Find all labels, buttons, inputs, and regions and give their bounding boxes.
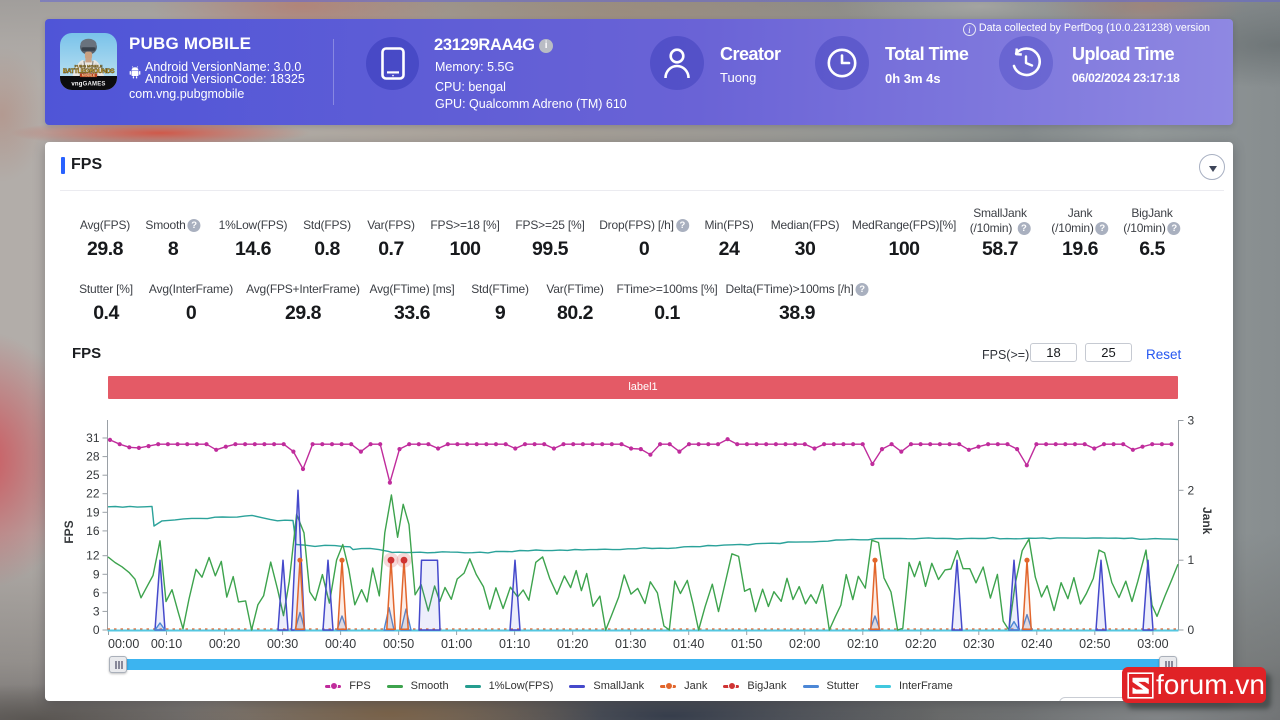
svg-text:00:30: 00:30	[267, 637, 298, 651]
svg-text:1: 1	[1188, 553, 1195, 567]
svg-text:vngGAMES: vngGAMES	[71, 82, 105, 88]
svg-text:02:50: 02:50	[1079, 637, 1110, 651]
svg-text:3: 3	[93, 604, 100, 618]
svg-text:02:30: 02:30	[963, 637, 994, 651]
svg-text:00:00: 00:00	[108, 637, 139, 651]
svg-text:01:20: 01:20	[557, 637, 588, 651]
svg-text:2: 2	[1188, 483, 1195, 497]
svg-text:02:10: 02:10	[847, 637, 878, 651]
svg-text:6: 6	[93, 586, 100, 600]
svg-text:3: 3	[1188, 414, 1195, 428]
svg-text:28: 28	[86, 450, 100, 464]
svg-text:22: 22	[86, 487, 100, 501]
svg-text:0: 0	[1188, 623, 1195, 637]
svg-text:Jank: Jank	[1200, 507, 1214, 535]
svg-text:00:10: 00:10	[151, 637, 182, 651]
svg-text:01:00: 01:00	[441, 637, 472, 651]
svg-text:19: 19	[86, 505, 100, 519]
svg-text:16: 16	[86, 524, 100, 538]
svg-text:31: 31	[86, 431, 100, 445]
svg-text:02:40: 02:40	[1021, 637, 1052, 651]
svg-text:01:30: 01:30	[615, 637, 646, 651]
svg-text:12: 12	[86, 549, 100, 563]
svg-text:00:50: 00:50	[383, 637, 414, 651]
svg-text:03:00: 03:00	[1137, 637, 1168, 651]
svg-text:00:20: 00:20	[209, 637, 240, 651]
svg-text:01:40: 01:40	[673, 637, 704, 651]
svg-text:FPS: FPS	[62, 520, 76, 543]
svg-text:MOBILE: MOBILE	[82, 74, 96, 78]
svg-text:02:00: 02:00	[789, 637, 820, 651]
svg-text:02:20: 02:20	[905, 637, 936, 651]
svg-text:0: 0	[93, 623, 100, 637]
svg-text:01:10: 01:10	[499, 637, 530, 651]
svg-text:25: 25	[86, 468, 100, 482]
svg-text:9: 9	[93, 567, 100, 581]
svg-text:00:40: 00:40	[325, 637, 356, 651]
svg-text:01:50: 01:50	[731, 637, 762, 651]
